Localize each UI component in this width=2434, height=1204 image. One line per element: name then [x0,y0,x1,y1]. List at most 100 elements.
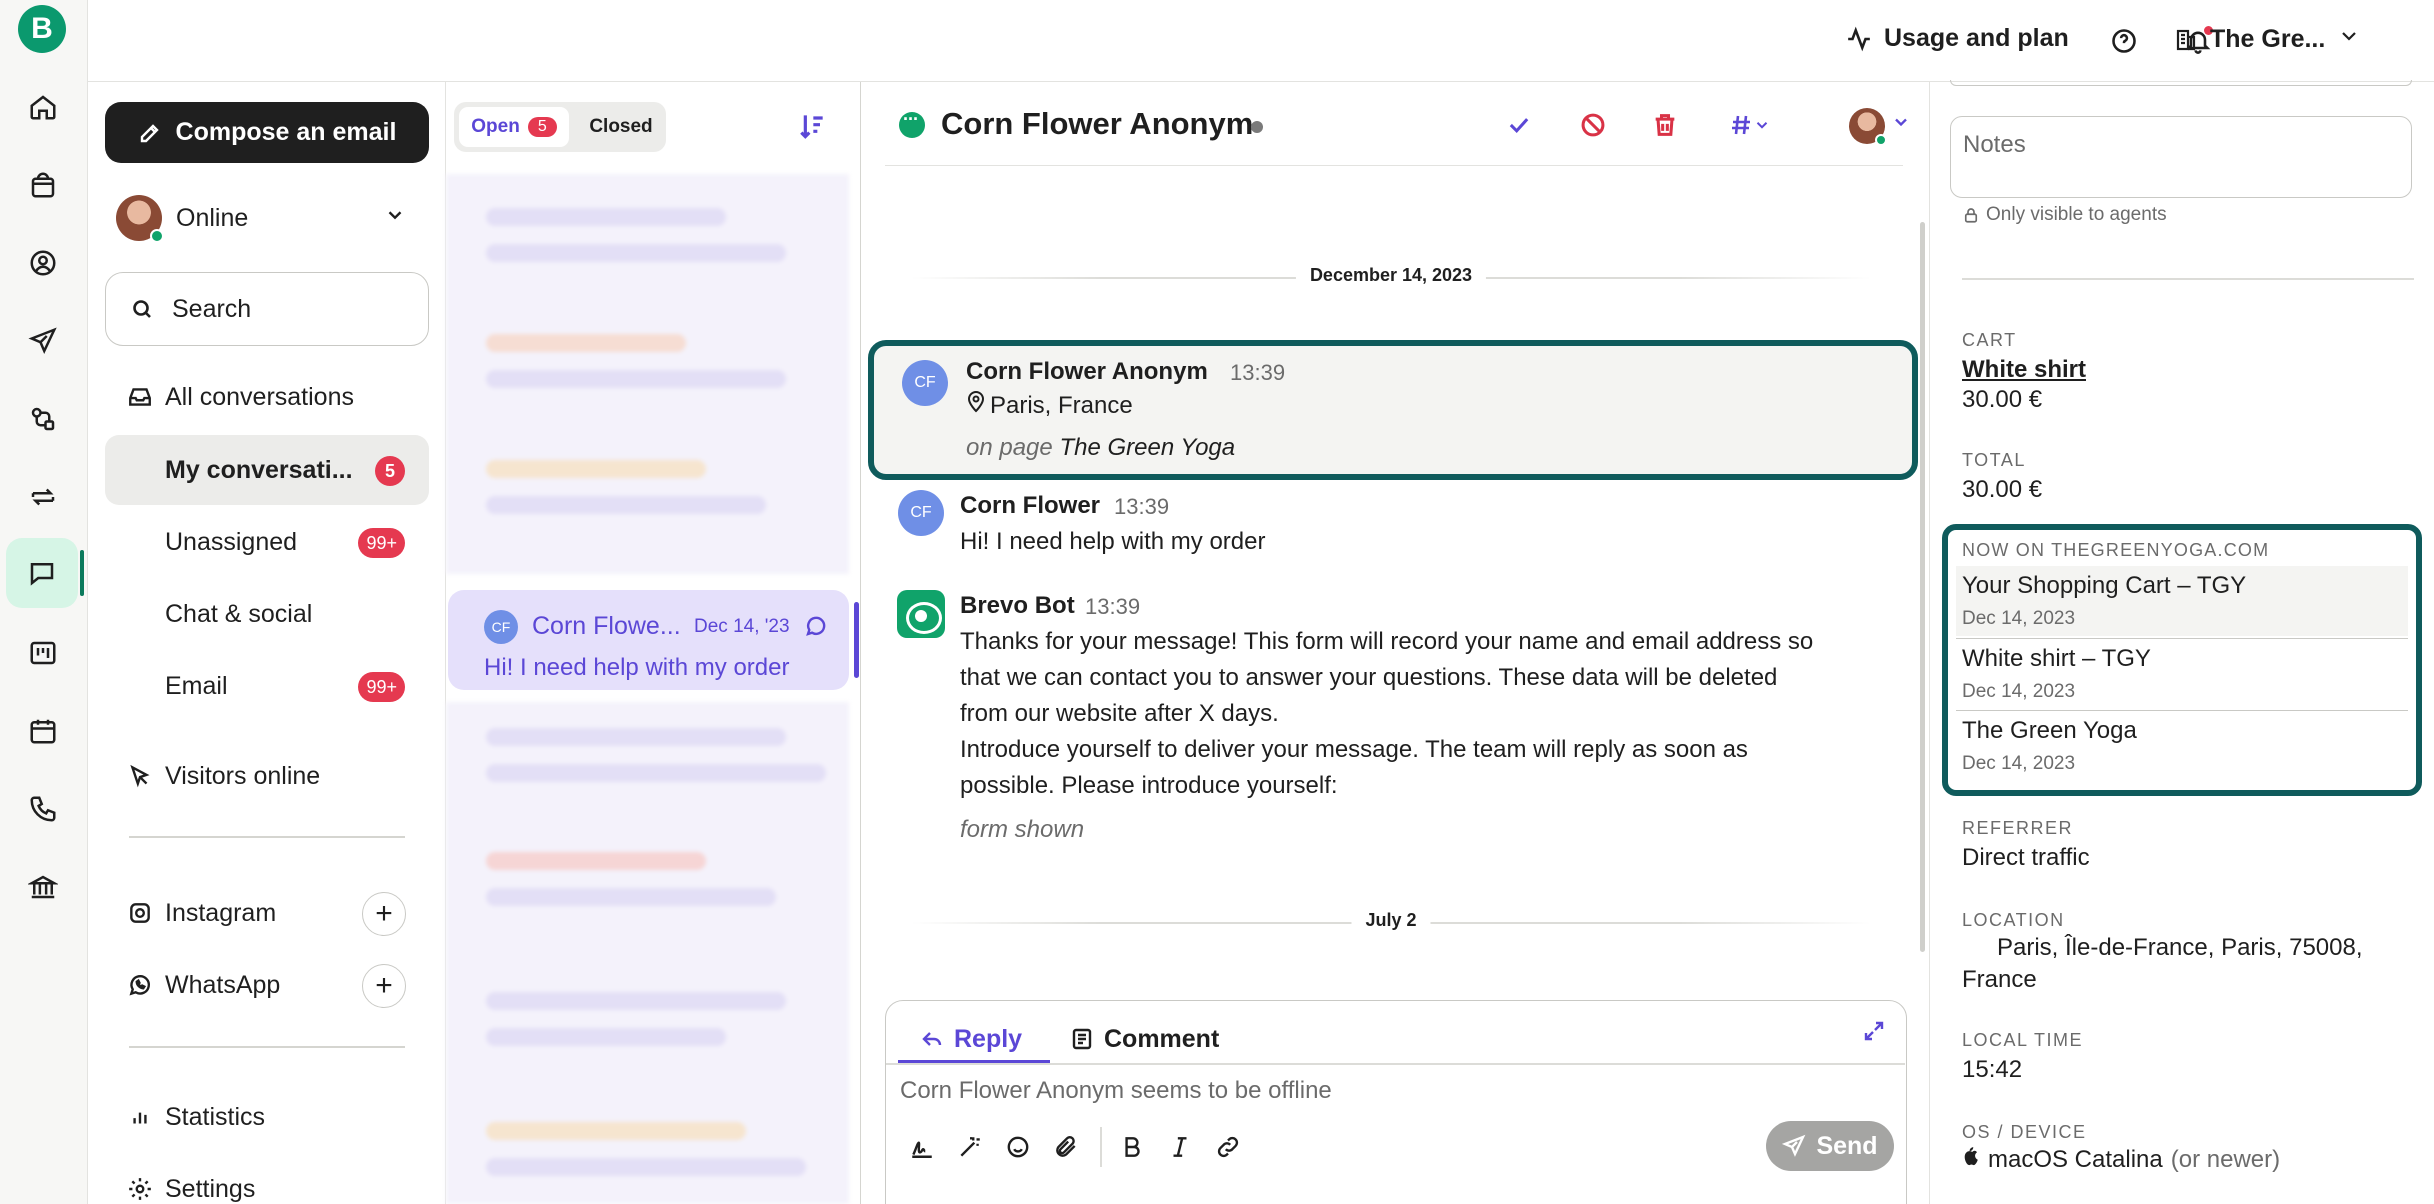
bot-message-text: Thanks for your message! This form will … [960,628,1814,799]
date-separator: July 2 [911,910,1871,931]
message-author: Corn Flower Anonym [966,358,1208,385]
contact-details-panel: Notes Only visible to agents CART White … [1932,80,2434,1204]
nav-visitors-online[interactable]: Visitors online [105,741,429,811]
conversation-scrollbar[interactable] [1920,222,1925,952]
conversation-item-selected[interactable]: CF Corn Flowe... Dec 14, '23 Hi! I need … [448,590,849,690]
emoji-icon[interactable] [1002,1131,1034,1163]
search-button[interactable]: Search [105,272,429,346]
os-device-label: OS / DEVICE [1962,1122,2087,1142]
blurred-conversations[interactable] [446,702,849,1204]
activity-icon [1848,26,1870,51]
count-badge: 99+ [358,672,405,702]
tab-closed[interactable]: Closed [582,107,660,147]
search-label: Search [172,294,252,323]
transactional-icon[interactable] [20,474,66,520]
blurred-conversations[interactable] [446,174,849,574]
chevron-down-icon [384,204,406,233]
nav-whatsapp[interactable]: WhatsApp + [105,950,429,1020]
phone-icon[interactable] [20,786,66,832]
building-icon [2176,29,2196,50]
nav-my-conversations[interactable]: My conversati... 5 [105,435,429,505]
compose-label: Compose an email [175,118,397,146]
search-icon [133,300,151,318]
signature-icon[interactable] [906,1131,938,1163]
send-button[interactable]: Send [1766,1121,1894,1171]
company-switcher[interactable]: The Gre... [2174,24,2361,55]
sort-icon[interactable] [796,110,828,142]
chevron-down-icon [2337,24,2361,55]
nav-email[interactable]: Email 99+ [105,651,429,721]
cart-item-link[interactable]: White shirt [1962,356,2086,384]
italic-icon[interactable] [1164,1131,1196,1163]
nav-divider [129,1046,405,1048]
conversations-icon[interactable] [6,538,84,608]
page-visit-item[interactable]: The Green Yoga Dec 14, 2023 [1956,710,2408,780]
message-author: Brevo Bot [960,592,1075,619]
conversation-header: Corn Flower Anonym [885,82,1907,166]
nav-unassigned[interactable]: Unassigned 99+ [105,507,429,577]
deals-icon[interactable] [20,630,66,676]
field-edge [1950,80,2412,86]
magic-wand-icon[interactable] [954,1131,986,1163]
contacts-icon[interactable] [20,240,66,286]
reply-input[interactable]: Corn Flower Anonym seems to be offline [900,1077,1332,1105]
total-label: TOTAL [1962,450,2026,470]
notes-field[interactable]: Notes [1950,116,2412,198]
chevron-down-icon[interactable] [1891,112,1911,137]
tab-comment[interactable]: Comment [1070,1015,1219,1063]
company-name: The Gre... [2210,25,2326,53]
home-icon[interactable] [20,84,66,130]
nav-all-conversations[interactable]: All conversations [105,362,429,432]
add-instagram-button[interactable]: + [362,892,406,936]
expand-icon[interactable] [1862,1019,1886,1048]
send-icon [1782,1134,1806,1157]
compose-email-button[interactable]: Compose an email [105,102,429,163]
referrer-label: REFERRER [1962,818,2074,838]
bold-icon[interactable] [1116,1131,1148,1163]
offline-status-dot [1251,121,1263,133]
contact-avatar: CF [902,360,948,406]
nav-instagram[interactable]: Instagram + [105,878,429,948]
calendar-icon[interactable] [20,708,66,754]
automation-icon[interactable] [20,396,66,442]
attachment-icon[interactable] [1050,1131,1082,1163]
add-whatsapp-button[interactable]: + [362,964,406,1008]
message-text: Hi! I need help with my order [960,528,1266,555]
local-time-value: 15:42 [1962,1056,2023,1083]
bank-icon[interactable] [20,864,66,910]
nav-chat-social[interactable]: Chat & social [105,579,429,649]
total-value: 30.00 € [1962,476,2043,503]
brevo-logo[interactable]: B [18,5,66,53]
usage-and-plan-link[interactable]: Usage and plan [1846,24,2069,53]
link-icon[interactable] [1212,1131,1244,1163]
delete-button[interactable] [1648,108,1682,142]
shopping-bag-icon[interactable] [20,162,66,208]
page-visit-item[interactable]: Your Shopping Cart – TGY Dec 14, 2023 [1956,566,2408,636]
mark-done-button[interactable] [1502,108,1536,142]
nav-statistics[interactable]: Statistics [105,1082,429,1152]
tab-open[interactable]: Open 5 [459,107,569,147]
contact-avatar: CF [898,490,944,536]
agent-status-selector[interactable]: Online [116,192,406,244]
assignee-avatar[interactable] [1849,108,1887,146]
visitor-info-message: CF Corn Flower Anonym 13:39 Paris, Franc… [868,340,1918,480]
online-dot [150,229,164,243]
side-divider [1962,278,2414,280]
instagram-icon [127,900,153,926]
conversation-preview: Hi! I need help with my order [484,654,790,681]
reply-icon [922,1032,942,1046]
nav-divider [129,836,405,838]
tab-reply[interactable]: Reply [920,1015,1022,1063]
chevron-down-icon [1756,122,1768,129]
tag-dropdown-button[interactable] [1725,108,1775,142]
visitor-page-name: The Green Yoga [1059,434,1236,461]
message-time: 13:39 [1230,360,1286,385]
block-button[interactable] [1576,108,1610,142]
agent-avatar [116,195,164,243]
help-icon[interactable] [2107,24,2141,58]
bar-chart-icon [127,1104,153,1130]
nav-settings[interactable]: Settings [105,1154,429,1204]
check-icon [1509,118,1529,134]
send-icon[interactable] [20,318,66,364]
page-visit-item[interactable]: White shirt – TGY Dec 14, 2023 [1956,638,2408,708]
